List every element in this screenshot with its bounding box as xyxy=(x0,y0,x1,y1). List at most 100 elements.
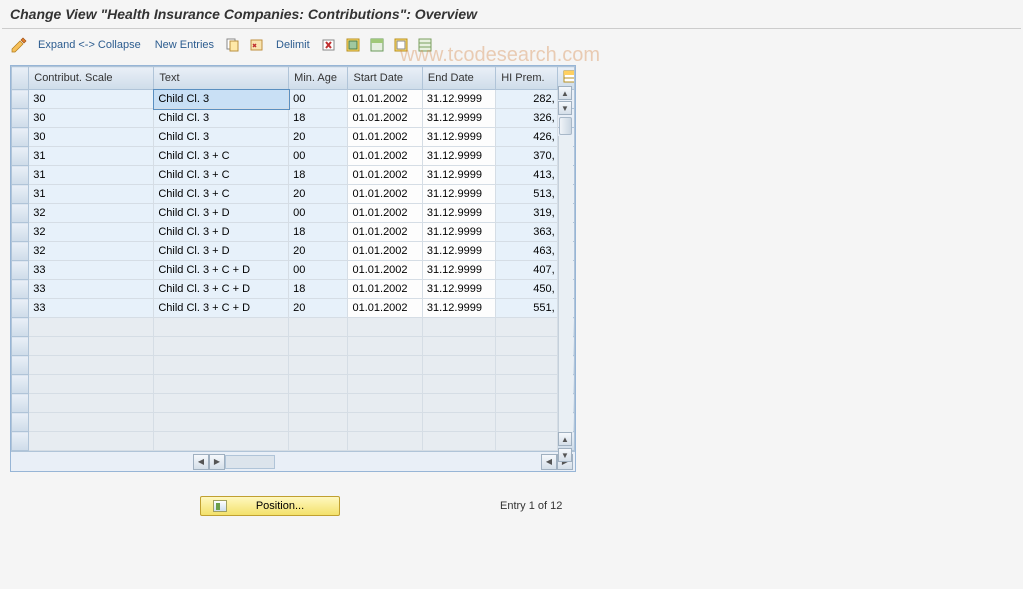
new-entries-button[interactable]: New Entries xyxy=(151,39,218,51)
cell-text[interactable]: Child Cl. 3 xyxy=(154,90,289,109)
cell-prem[interactable]: 319, xyxy=(496,204,557,223)
column-header-start[interactable]: Start Date xyxy=(348,67,422,90)
cell-end[interactable]: 31.12.9999 xyxy=(422,166,495,185)
cell-empty[interactable] xyxy=(422,413,495,432)
cell-prem[interactable]: 551, xyxy=(496,299,557,318)
column-header-end[interactable]: End Date xyxy=(422,67,495,90)
cell-end[interactable]: 31.12.9999 xyxy=(422,90,495,109)
cell-empty[interactable] xyxy=(348,432,422,451)
cell-prem[interactable]: 370, xyxy=(496,147,557,166)
cell-prem[interactable]: 413, xyxy=(496,166,557,185)
config-icon[interactable] xyxy=(416,36,434,54)
row-selector-header[interactable] xyxy=(12,67,29,90)
cell-empty[interactable] xyxy=(422,375,495,394)
cell-scale[interactable]: 30 xyxy=(29,90,154,109)
cell-empty[interactable] xyxy=(289,394,348,413)
cell-empty[interactable] xyxy=(289,413,348,432)
cell-end[interactable]: 31.12.9999 xyxy=(422,242,495,261)
column-header-text[interactable]: Text xyxy=(154,67,289,90)
cell-prem[interactable]: 513, xyxy=(496,185,557,204)
cell-scale[interactable]: 31 xyxy=(29,147,154,166)
cell-empty[interactable] xyxy=(422,318,495,337)
delimit-button[interactable]: Delimit xyxy=(272,39,314,51)
cell-end[interactable]: 31.12.9999 xyxy=(422,128,495,147)
row-selector[interactable] xyxy=(12,318,29,337)
cell-end[interactable]: 31.12.9999 xyxy=(422,185,495,204)
cell-empty[interactable] xyxy=(29,318,154,337)
scroll-down-bottom-icon[interactable]: ▼ xyxy=(558,448,572,462)
cell-scale[interactable]: 32 xyxy=(29,242,154,261)
cell-end[interactable]: 31.12.9999 xyxy=(422,147,495,166)
row-selector[interactable] xyxy=(12,413,29,432)
scroll-up-bottom-icon[interactable]: ▲ xyxy=(558,432,572,446)
cell-text[interactable]: Child Cl. 3 + D xyxy=(154,223,289,242)
column-header-age[interactable]: Min. Age xyxy=(289,67,348,90)
cell-prem[interactable]: 363, xyxy=(496,223,557,242)
cell-scale[interactable]: 32 xyxy=(29,204,154,223)
cell-prem[interactable]: 450, xyxy=(496,280,557,299)
cell-empty[interactable] xyxy=(29,375,154,394)
cell-start[interactable]: 01.01.2002 xyxy=(348,185,422,204)
change-display-icon[interactable] xyxy=(10,36,28,54)
cell-age[interactable]: 20 xyxy=(289,128,348,147)
copy-icon[interactable] xyxy=(224,36,242,54)
cell-empty[interactable] xyxy=(348,394,422,413)
cell-age[interactable]: 18 xyxy=(289,280,348,299)
cell-scale[interactable]: 30 xyxy=(29,109,154,128)
scroll-track[interactable] xyxy=(558,136,573,432)
cell-empty[interactable] xyxy=(29,337,154,356)
cell-prem[interactable]: 407, xyxy=(496,261,557,280)
cell-start[interactable]: 01.01.2002 xyxy=(348,166,422,185)
cell-end[interactable]: 31.12.9999 xyxy=(422,109,495,128)
cell-age[interactable]: 20 xyxy=(289,185,348,204)
cell-empty[interactable] xyxy=(29,413,154,432)
cell-empty[interactable] xyxy=(289,337,348,356)
cell-empty[interactable] xyxy=(348,413,422,432)
cell-empty[interactable] xyxy=(348,318,422,337)
cell-end[interactable]: 31.12.9999 xyxy=(422,299,495,318)
cell-empty[interactable] xyxy=(29,394,154,413)
row-selector[interactable] xyxy=(12,242,29,261)
cell-text[interactable]: Child Cl. 3 + D xyxy=(154,204,289,223)
row-selector[interactable] xyxy=(12,90,29,109)
cell-text[interactable]: Child Cl. 3 + C + D xyxy=(154,261,289,280)
row-selector[interactable] xyxy=(12,185,29,204)
cell-age[interactable]: 20 xyxy=(289,242,348,261)
cell-empty[interactable] xyxy=(496,394,557,413)
position-button[interactable]: Position... xyxy=(200,496,340,516)
cell-age[interactable]: 20 xyxy=(289,299,348,318)
delete-icon[interactable] xyxy=(320,36,338,54)
cell-text[interactable]: Child Cl. 3 xyxy=(154,128,289,147)
cell-text[interactable]: Child Cl. 3 + C xyxy=(154,166,289,185)
cell-age[interactable]: 00 xyxy=(289,261,348,280)
cell-empty[interactable] xyxy=(496,375,557,394)
cell-text[interactable]: Child Cl. 3 xyxy=(154,109,289,128)
expand-collapse-button[interactable]: Expand <-> Collapse xyxy=(34,39,145,51)
hscroll-track[interactable] xyxy=(225,455,275,469)
cell-start[interactable]: 01.01.2002 xyxy=(348,242,422,261)
cell-empty[interactable] xyxy=(496,337,557,356)
cell-empty[interactable] xyxy=(422,337,495,356)
cell-empty[interactable] xyxy=(496,318,557,337)
cell-empty[interactable] xyxy=(154,337,289,356)
cell-start[interactable]: 01.01.2002 xyxy=(348,128,422,147)
cell-scale[interactable]: 33 xyxy=(29,299,154,318)
cell-empty[interactable] xyxy=(496,432,557,451)
deselect-all-icon[interactable] xyxy=(392,36,410,54)
cell-start[interactable]: 01.01.2002 xyxy=(348,109,422,128)
cell-age[interactable]: 18 xyxy=(289,109,348,128)
cell-start[interactable]: 01.01.2002 xyxy=(348,204,422,223)
cell-empty[interactable] xyxy=(289,318,348,337)
undo-change-icon[interactable] xyxy=(248,36,266,54)
cell-end[interactable]: 31.12.9999 xyxy=(422,223,495,242)
cell-empty[interactable] xyxy=(348,375,422,394)
cell-age[interactable]: 00 xyxy=(289,90,348,109)
cell-empty[interactable] xyxy=(422,356,495,375)
row-selector[interactable] xyxy=(12,394,29,413)
cell-scale[interactable]: 32 xyxy=(29,223,154,242)
select-block-icon[interactable] xyxy=(368,36,386,54)
row-selector[interactable] xyxy=(12,356,29,375)
cell-text[interactable]: Child Cl. 3 + D xyxy=(154,242,289,261)
cell-start[interactable]: 01.01.2002 xyxy=(348,223,422,242)
scroll-right-icon[interactable]: ▶ xyxy=(209,454,225,470)
